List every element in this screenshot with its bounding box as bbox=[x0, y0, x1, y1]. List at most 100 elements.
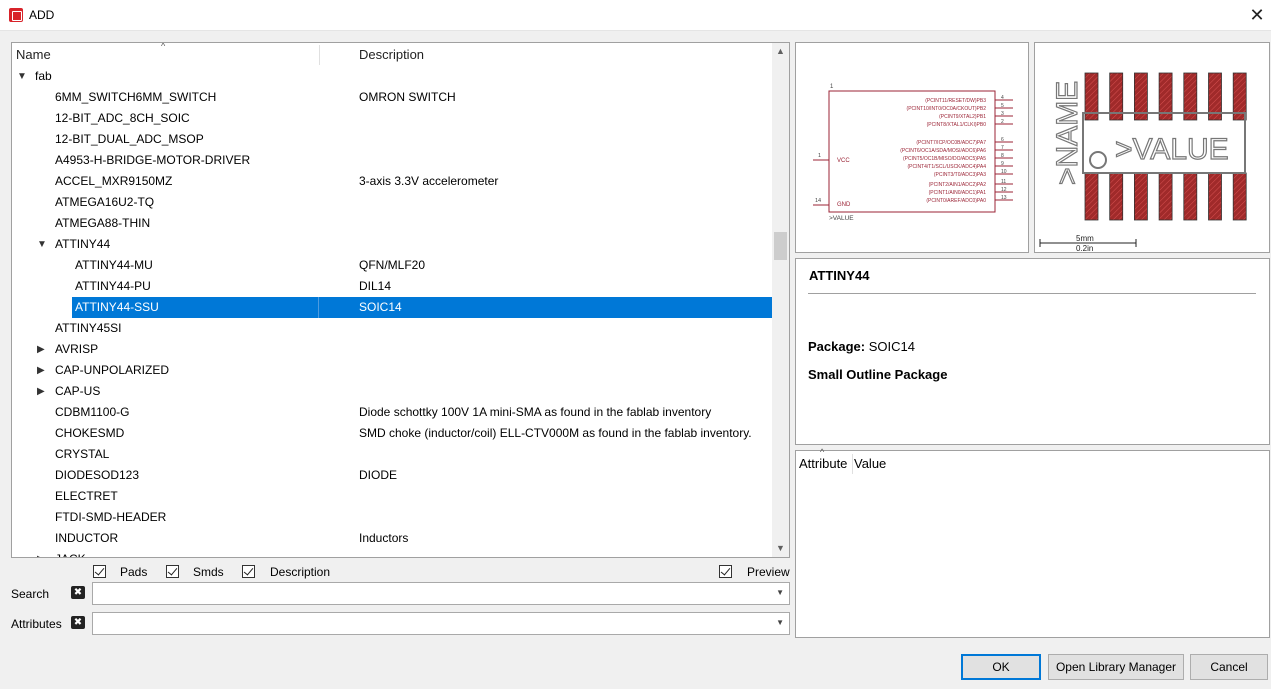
tree-row[interactable]: ▶ CAP-UNPOLARIZED bbox=[12, 360, 772, 381]
pin-number: 12 bbox=[1001, 187, 1007, 193]
tree-row[interactable]: ATTINY44-MU QFN/MLF20 bbox=[12, 255, 772, 276]
expand-arrow-right-icon[interactable]: ▶ bbox=[37, 339, 45, 360]
tree-row[interactable]: CDBM1100-G Diode schottky 100V 1A mini-SM… bbox=[12, 402, 772, 423]
row-name: CDBM1100-G bbox=[55, 405, 130, 419]
tree-row[interactable]: INDUCTOR Inductors bbox=[12, 528, 772, 549]
smds-checkbox[interactable] bbox=[166, 565, 179, 578]
chevron-down-icon[interactable]: ▼ bbox=[776, 588, 784, 597]
schematic-symbol: 1 (PCINT11/RESET/DW)PB3 4 (PCINT10/INT0/OC… bbox=[813, 84, 1013, 222]
attributes-table[interactable]: ^ Attribute Value bbox=[795, 447, 1270, 638]
row-description: OMRON SWITCH bbox=[359, 90, 456, 104]
column-header-name[interactable]: Name bbox=[12, 43, 51, 66]
description-checkbox[interactable] bbox=[242, 565, 255, 578]
scroll-up-icon[interactable]: ▲ bbox=[772, 43, 789, 60]
row-name: 6MM_SWITCH6MM_SWITCH bbox=[55, 90, 217, 104]
description-panel: ATTINY44 Package: SOIC14 Small Outline P… bbox=[795, 258, 1270, 445]
ok-button[interactable]: OK bbox=[961, 654, 1041, 680]
tree-row[interactable]: A4953-H-BRIDGE-MOTOR-DRIVER bbox=[12, 150, 772, 171]
row-name: ATTINY44-SSU bbox=[75, 300, 159, 314]
tree-row[interactable]: DIODESOD123 DIODE bbox=[12, 465, 772, 486]
tree-row[interactable]: CRYSTAL bbox=[12, 444, 772, 465]
package-line: Package: SOIC14 bbox=[808, 339, 915, 354]
attributes-combo[interactable]: ▼ bbox=[92, 612, 790, 635]
smd-pad bbox=[1109, 172, 1124, 221]
tree-row[interactable]: CHOKESMD SMD choke (inductor/coil) ELL-CT… bbox=[12, 423, 772, 444]
column-divider[interactable] bbox=[319, 45, 320, 65]
tree-row[interactable]: ELECTRET bbox=[12, 486, 772, 507]
tree-row[interactable]: 12-BIT_DUAL_ADC_MSOP bbox=[12, 129, 772, 150]
row-name: CAP-US bbox=[55, 384, 101, 398]
smd-pad bbox=[1232, 172, 1247, 221]
row-name: A4953-H-BRIDGE-MOTOR-DRIVER bbox=[55, 153, 251, 167]
pin-number: 11 bbox=[1001, 179, 1006, 185]
search-input[interactable] bbox=[97, 583, 757, 603]
value-column-header[interactable]: Value bbox=[854, 456, 886, 471]
row-description: 3-axis 3.3V accelerometer bbox=[359, 174, 499, 188]
vcc-pin-number: 1 bbox=[818, 153, 821, 159]
search-label: Search bbox=[11, 587, 50, 601]
clear-attributes-icon[interactable]: ✖ bbox=[71, 616, 85, 629]
tree-rows: ▼ fab 6MM_SWITCH6MM_SWITCH OMRON SWITCH 12-B… bbox=[12, 66, 772, 557]
row-name: ATMEGA16U2-TQ bbox=[55, 195, 155, 209]
expand-arrow-down-icon[interactable]: ▼ bbox=[37, 234, 47, 255]
pin-number: 2 bbox=[1001, 119, 1004, 125]
cancel-button[interactable]: Cancel bbox=[1190, 654, 1268, 680]
pin-number: 7 bbox=[1001, 145, 1004, 151]
row-name: CAP-UNPOLARIZED bbox=[55, 363, 170, 377]
pin-label: (PCINT7/ICP/OC0B/ADC7)PA7 bbox=[916, 140, 986, 146]
column-header-description[interactable]: Description bbox=[355, 43, 424, 66]
row-description: Inductors bbox=[359, 531, 409, 545]
row-description: SOIC14 bbox=[359, 300, 402, 314]
eagle-app-icon bbox=[9, 8, 23, 22]
tree-row[interactable]: ▶ JACK bbox=[12, 549, 772, 557]
attributes-input[interactable] bbox=[97, 613, 757, 633]
package-value: SOIC14 bbox=[868, 339, 915, 354]
tree-row[interactable]: ATTINY44-SSU SOIC14 bbox=[12, 297, 772, 318]
device-tree[interactable]: ^ Name Description ▼ fab 6MM_SWITCH6MM_SWI… bbox=[11, 42, 790, 558]
row-name: CRYSTAL bbox=[55, 447, 110, 461]
tree-row[interactable]: ATTINY44-PU DIL14 bbox=[12, 276, 772, 297]
vcc-pin-label: VCC bbox=[837, 158, 850, 164]
tree-row[interactable]: 12-BIT_ADC_8CH_SOIC bbox=[12, 108, 772, 129]
tree-row[interactable]: 6MM_SWITCH6MM_SWITCH OMRON SWITCH bbox=[12, 87, 772, 108]
open-library-manager-button[interactable]: Open Library Manager bbox=[1048, 654, 1184, 680]
selection-highlight bbox=[72, 297, 772, 318]
scrollbar-thumb[interactable] bbox=[774, 232, 787, 260]
expand-arrow-right-icon[interactable]: ▶ bbox=[37, 549, 45, 557]
chevron-down-icon[interactable]: ▼ bbox=[776, 618, 784, 627]
description-label: Description bbox=[270, 565, 331, 579]
attribute-column-header[interactable]: Attribute bbox=[799, 456, 847, 471]
tree-row[interactable]: ACCEL_MXR9150MZ 3-axis 3.3V accelerometer bbox=[12, 171, 772, 192]
expand-arrow-right-icon[interactable]: ▶ bbox=[37, 360, 45, 381]
tree-row[interactable]: ▼ fab bbox=[12, 66, 772, 87]
search-combo[interactable]: ▼ bbox=[92, 582, 790, 605]
pin-number: 5 bbox=[1001, 103, 1004, 109]
tree-row[interactable]: ATMEGA16U2-TQ bbox=[12, 192, 772, 213]
tree-row[interactable]: ▼ ATTINY44 bbox=[12, 234, 772, 255]
tree-scrollbar[interactable]: ▲ ▼ bbox=[772, 43, 789, 557]
expand-arrow-down-icon[interactable]: ▼ bbox=[17, 66, 27, 87]
close-icon[interactable]: ✕ bbox=[1247, 4, 1267, 26]
pads-checkbox[interactable] bbox=[93, 565, 106, 578]
smd-pad bbox=[1158, 172, 1173, 221]
row-description: SMD choke (inductor/coil) ELL-CTV000M as… bbox=[359, 426, 752, 440]
preview-checkbox[interactable] bbox=[719, 565, 732, 578]
row-name: JACK bbox=[55, 549, 86, 557]
scroll-down-icon[interactable]: ▼ bbox=[772, 540, 789, 557]
row-name: CHOKESMD bbox=[55, 426, 125, 440]
expand-arrow-right-icon[interactable]: ▶ bbox=[37, 381, 45, 402]
tree-row[interactable]: ▶ AVRISP bbox=[12, 339, 772, 360]
tree-row[interactable]: ▶ CAP-US bbox=[12, 381, 772, 402]
row-name: fab bbox=[35, 69, 52, 83]
pin-label: (PCINT5/OC1B/MISO/DO/ADC5)PA5 bbox=[903, 156, 986, 162]
column-divider[interactable] bbox=[852, 454, 853, 474]
gnd-pin-number: 14 bbox=[815, 198, 821, 204]
tree-row[interactable]: ATTINY45SI bbox=[12, 318, 772, 339]
clear-search-icon[interactable]: ✖ bbox=[71, 586, 85, 599]
row-name: 12-BIT_DUAL_ADC_MSOP bbox=[55, 132, 204, 146]
smd-pad bbox=[1183, 172, 1198, 221]
pin-number: 4 bbox=[1001, 95, 1004, 101]
pin-number: 9 bbox=[1001, 161, 1004, 167]
tree-row[interactable]: FTDI-SMD-HEADER bbox=[12, 507, 772, 528]
tree-row[interactable]: ATMEGA88-THIN bbox=[12, 213, 772, 234]
